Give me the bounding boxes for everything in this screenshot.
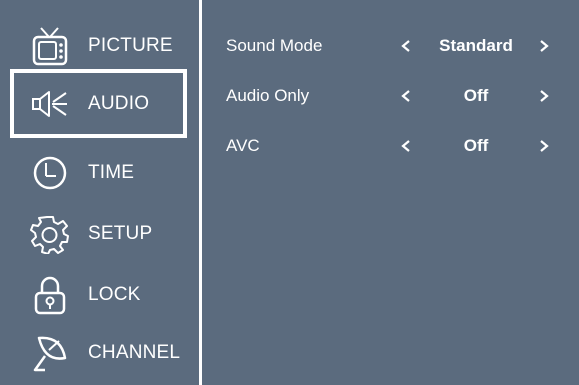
menu-item-lock[interactable]: LOCK (0, 267, 199, 323)
audio-settings-panel: Sound Mode Standard Audio Only Off AVC O… (202, 0, 579, 385)
chevron-left-icon[interactable] (399, 39, 413, 53)
lock-icon (30, 275, 70, 315)
main-menu: PICTURE AUDIO TIME SETUP LOCK CHANNEL (0, 0, 199, 385)
menu-item-channel[interactable]: CHANNEL (0, 325, 199, 381)
setting-value: Standard (439, 36, 513, 55)
setting-row-avc[interactable]: AVC Off (202, 131, 579, 161)
clock-icon (30, 153, 70, 193)
menu-item-label: SETUP (88, 223, 153, 244)
menu-item-label: CHANNEL (88, 342, 181, 363)
menu-item-label: AUDIO (88, 92, 150, 114)
chevron-left-icon[interactable] (399, 89, 413, 103)
speaker-icon (30, 84, 70, 124)
satellite-dish-icon (30, 333, 70, 373)
setting-value: Off (463, 86, 489, 105)
gear-icon (30, 214, 70, 254)
menu-item-time[interactable]: TIME (0, 145, 199, 201)
menu-item-label: LOCK (88, 284, 141, 305)
tv-icon (30, 26, 70, 66)
chevron-right-icon[interactable] (537, 39, 551, 53)
menu-item-label: TIME (88, 162, 135, 183)
setting-label: Sound Mode (226, 36, 323, 55)
menu-item-picture[interactable]: PICTURE (0, 18, 199, 74)
menu-item-audio[interactable]: AUDIO (10, 69, 187, 138)
chevron-right-icon[interactable] (537, 139, 551, 153)
menu-item-label: PICTURE (88, 35, 173, 56)
setting-row-audio-only[interactable]: Audio Only Off (202, 81, 579, 111)
chevron-left-icon[interactable] (399, 139, 413, 153)
chevron-right-icon[interactable] (537, 89, 551, 103)
setting-label: Audio Only (226, 86, 310, 105)
setting-value: Off (463, 136, 489, 155)
setting-label: AVC (226, 136, 260, 155)
setting-row-sound-mode[interactable]: Sound Mode Standard (202, 31, 579, 61)
menu-item-setup[interactable]: SETUP (0, 206, 199, 262)
